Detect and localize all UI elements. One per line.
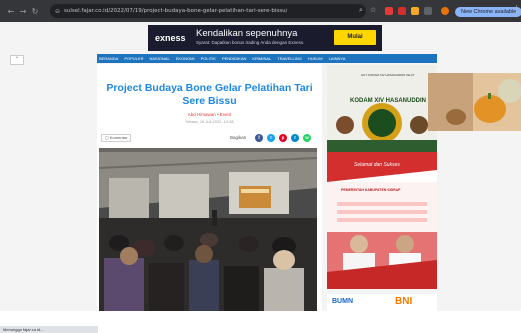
- kodam-ad-title: KODAM XIV HASANUDDIN: [350, 98, 427, 104]
- kodam-anniversary-ad[interactable]: HUT KODAM XIV HASANUDDIN KE-67 KODAM XIV…: [327, 65, 437, 164]
- lock-icon: ⊖: [55, 7, 61, 15]
- article-card: Project Budaya Bone Gelar Pelatihan Tari…: [97, 64, 322, 311]
- twitter-share-icon[interactable]: t: [267, 134, 275, 142]
- kodam-ad-graphic: [327, 65, 437, 164]
- extension-icon[interactable]: [398, 7, 406, 15]
- pemda-sidrap-ad[interactable]: Selamat dan Sukses PEMERINTAH KABUPATEN …: [327, 152, 437, 289]
- hall-training-photo: [99, 148, 317, 311]
- url-text: sulsel.fajar.co.id/2022/07/19/project-bu…: [64, 8, 288, 14]
- address-bar[interactable]: ⊖ sulsel.fajar.co.id/2022/07/19/project-…: [50, 4, 366, 18]
- nav-item-politik[interactable]: POLITIK: [201, 56, 216, 61]
- nav-item-nasional[interactable]: NASIONAL: [149, 56, 169, 61]
- ad-brand: exness: [155, 33, 186, 43]
- forward-icon[interactable]: →: [18, 7, 28, 16]
- ad-cta-button[interactable]: Mulai: [334, 30, 376, 45]
- comment-button[interactable]: ▢ Komentar: [101, 134, 132, 142]
- profile-avatar-icon[interactable]: [441, 7, 449, 15]
- site-nav-menu: BERANDA POPULER NASIONAL EKONOMI POLITIK PEND…: [97, 54, 437, 63]
- nav-item-hukum[interactable]: HUKUM: [308, 56, 323, 61]
- browser-status-bar: Menunggu fajar.co.id...: [0, 326, 98, 333]
- extension-icon[interactable]: [385, 7, 393, 15]
- bni-logo-text: BNI: [395, 296, 413, 307]
- back-icon[interactable]: ←: [6, 7, 16, 16]
- ad-subtitle: Syarat: Dapatkan bonus trading Anda deng…: [196, 40, 305, 45]
- nav-item-beranda[interactable]: BERANDA: [99, 56, 118, 61]
- article-photo[interactable]: [99, 148, 317, 311]
- ad-title: Kendalikan sepenuhnya: [196, 28, 298, 39]
- nav-item-populer[interactable]: POPULER: [124, 56, 143, 61]
- article-date: Selasa, 19 Juli 2022, 19:38: [185, 119, 234, 124]
- pumpkin-ad-image[interactable]: [428, 73, 521, 131]
- zoom-icon[interactable]: ⌕: [359, 6, 363, 15]
- bni-ad[interactable]: BUMN BNI: [327, 294, 437, 311]
- article-headline: Project Budaya Bone Gelar Pelatihan Tari…: [106, 82, 313, 107]
- web-page: exness Kendalikan sepenuhnya Syarat: Dap…: [0, 22, 521, 333]
- pumpkin-photo: [428, 73, 521, 131]
- exness-ad-banner[interactable]: exness Kendalikan sepenuhnya Syarat: Dap…: [148, 25, 382, 51]
- nav-item-travelling[interactable]: TRAVELLING: [277, 56, 302, 61]
- collapse-chevron-icon[interactable]: ⌃: [10, 55, 24, 65]
- share-label: Bagikan: [230, 135, 247, 140]
- telegram-share-icon[interactable]: t: [291, 134, 299, 142]
- pemda-ad-greeting: Selamat dan Sukses: [354, 162, 400, 168]
- kodam-ad-top: HUT KODAM XIV HASANUDDIN KE-67: [361, 73, 415, 77]
- browser-toolbar: ← → ↻ ⊖ sulsel.fajar.co.id/2022/07/19/pr…: [0, 0, 521, 22]
- extension-puzzle-icon[interactable]: [424, 7, 432, 15]
- reload-icon[interactable]: ↻: [30, 7, 40, 16]
- bumn-label: BUMN: [332, 298, 353, 305]
- whatsapp-share-icon[interactable]: w: [303, 134, 311, 142]
- article-author[interactable]: Abd Himawan • Event: [97, 112, 322, 117]
- facebook-share-icon[interactable]: f: [255, 134, 263, 142]
- extension-icon[interactable]: [411, 7, 419, 15]
- pinterest-share-icon[interactable]: p: [279, 134, 287, 142]
- comment-label: Komentar: [109, 135, 128, 140]
- nav-item-kriminal[interactable]: KRIMINAL: [252, 56, 271, 61]
- nav-item-ekonomi[interactable]: EKONOMI: [176, 56, 195, 61]
- nav-item-lainnya[interactable]: LAINNYA: [329, 56, 346, 61]
- pemda-ad-graphic: [327, 152, 437, 289]
- nav-item-pendidikan[interactable]: PENDIDIKAN: [222, 56, 246, 61]
- bookmark-star-icon[interactable]: ☆: [370, 6, 376, 14]
- pemda-ad-org: PEMERINTAH KABUPATEN SIDRAP: [341, 188, 401, 192]
- more-menu-icon[interactable]: ⋮: [512, 5, 521, 15]
